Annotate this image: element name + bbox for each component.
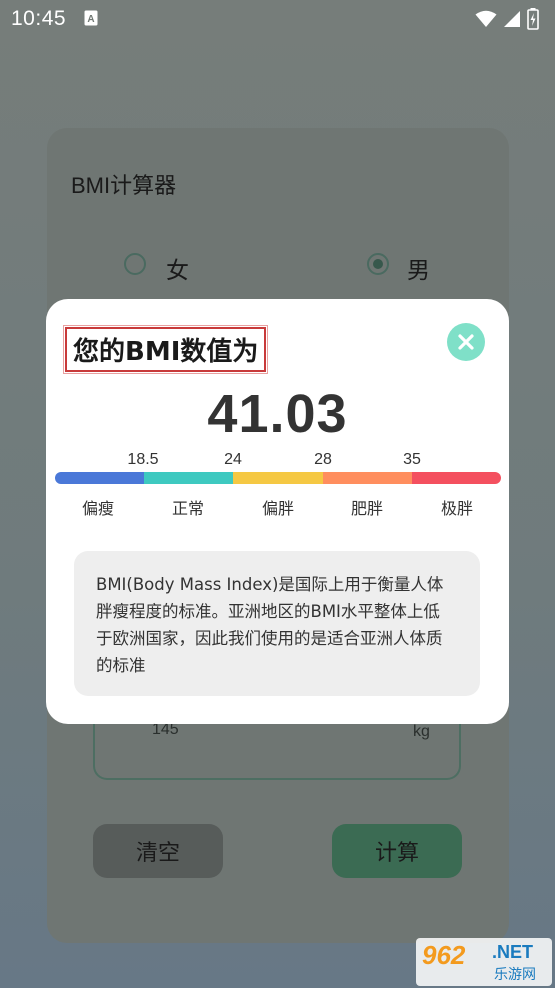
- scale-segment-underweight: [55, 472, 145, 484]
- bmi-description: BMI(Body Mass Index)是国际上用于衡量人体 胖瘦程度的标准。亚…: [74, 551, 480, 696]
- watermark-subtitle: 乐游网: [494, 967, 536, 983]
- scale-segment-normal: [144, 472, 234, 484]
- dialog-title: 您的BMI数值为: [62, 325, 269, 374]
- scale-label-severely-obese: 极胖: [440, 499, 474, 518]
- status-icons: [475, 8, 539, 30]
- scale-segment-obese: [322, 472, 412, 484]
- watermark-domain: .NET: [492, 942, 534, 962]
- close-button[interactable]: [447, 323, 485, 361]
- calculate-button[interactable]: 计算: [332, 824, 462, 878]
- calculator-title: BMI计算器: [71, 173, 177, 198]
- weight-unit: kg: [413, 723, 430, 740]
- scale-label-underweight: 偏瘦: [81, 499, 115, 518]
- bmi-scale-bar: [55, 472, 501, 484]
- scale-label-obese: 肥胖: [350, 499, 384, 518]
- female-radio[interactable]: [124, 253, 146, 275]
- scale-segment-overweight: [233, 472, 323, 484]
- female-label: 女: [166, 258, 189, 284]
- a-notification-icon: A: [84, 10, 98, 26]
- battery-charging-icon: [527, 8, 539, 30]
- svg-text:A: A: [87, 14, 94, 25]
- scale-tick: 18.5: [127, 451, 159, 468]
- wifi-icon: [475, 10, 497, 27]
- close-icon: [458, 334, 474, 350]
- bmi-value: 41.03: [207, 384, 348, 444]
- watermark-number: 962: [422, 940, 466, 970]
- male-label: 男: [407, 258, 430, 284]
- male-radio[interactable]: [367, 253, 389, 275]
- scale-tick: 24: [224, 451, 242, 468]
- scale-label-normal: 正常: [171, 499, 205, 518]
- scale-tick: 28: [314, 451, 332, 468]
- status-time: 10:45: [11, 7, 67, 30]
- site-watermark-logo: 962 .NET 乐游网: [416, 938, 552, 986]
- signal-icon: [504, 11, 520, 27]
- scale-segment-severely-obese: [411, 472, 501, 484]
- clear-button[interactable]: 清空: [93, 824, 223, 878]
- bmi-result-dialog: 您的BMI数值为 41.03 18.5 24 28 35 偏瘦 正常 偏胖 肥胖…: [46, 299, 509, 724]
- status-bar: 10:45 A: [0, 0, 555, 40]
- scale-tick: 35: [403, 451, 421, 468]
- scale-label-overweight: 偏胖: [261, 499, 295, 518]
